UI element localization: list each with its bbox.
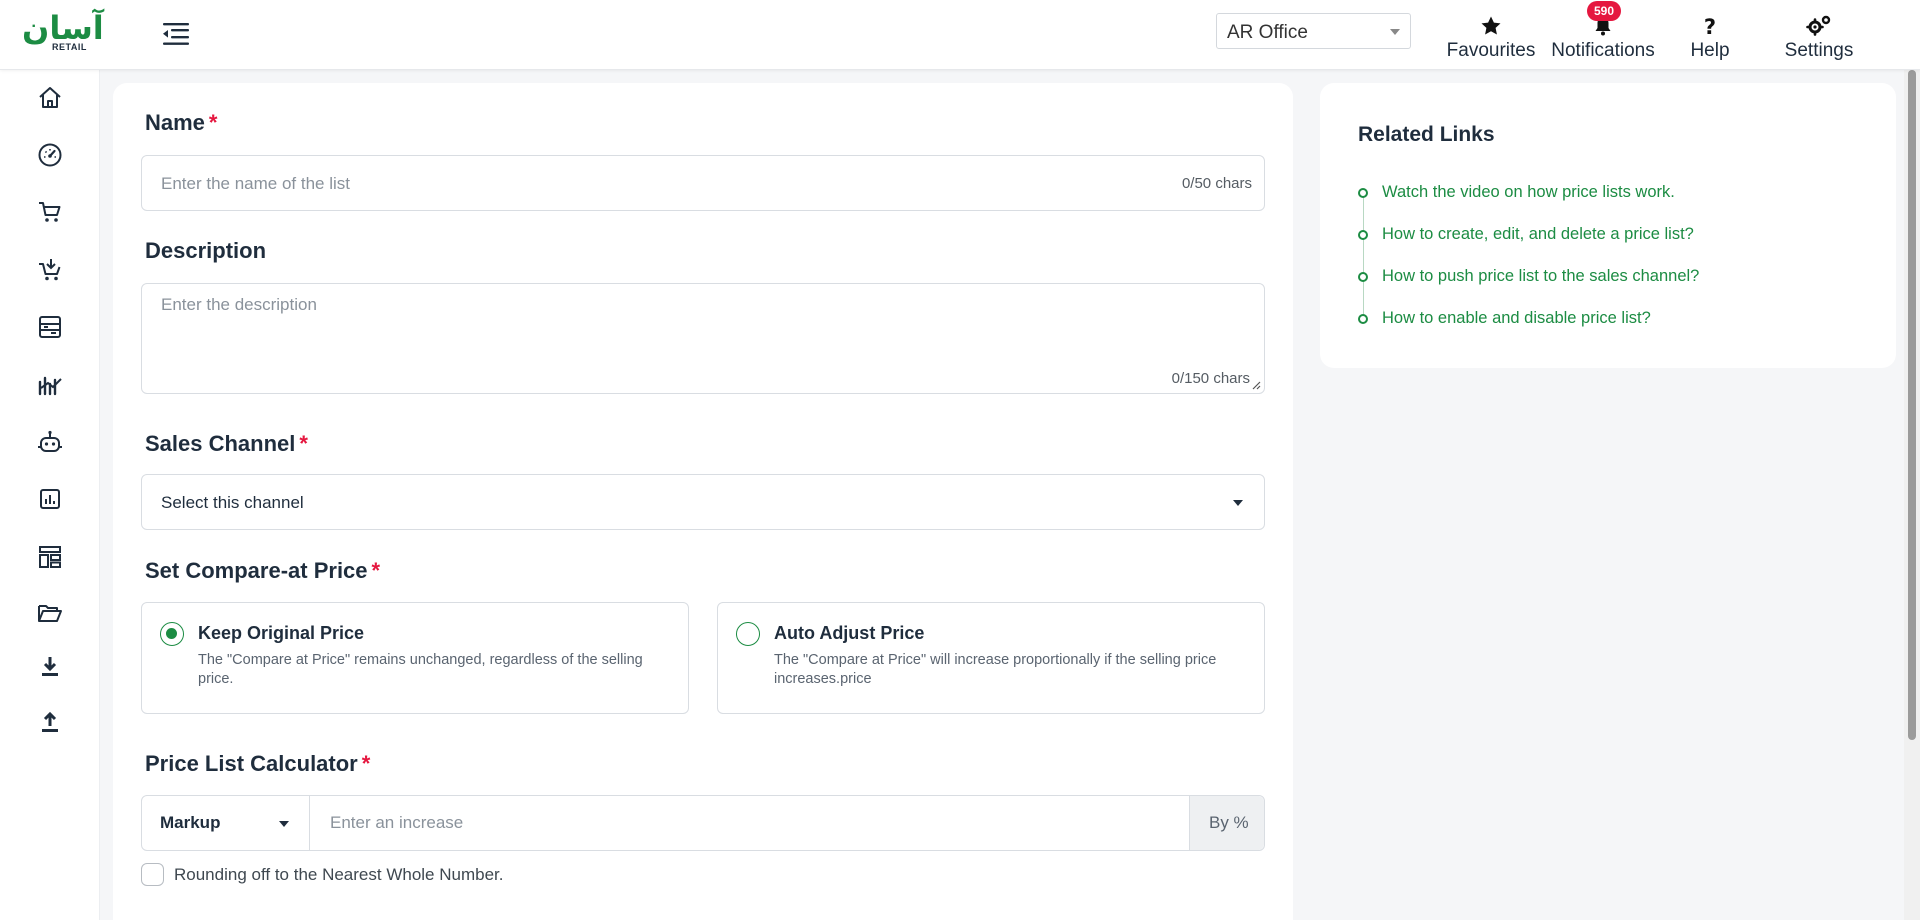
question-icon: ? (1704, 15, 1716, 38)
calculator-label-text: Price List Calculator (145, 751, 358, 776)
chevron-down-icon (1390, 29, 1400, 35)
star-icon (1481, 16, 1501, 35)
related-link-text: How to enable and disable price list? (1382, 309, 1651, 327)
settings-label: Settings (1784, 40, 1854, 61)
related-links-card: Related Links Watch the video on how pri… (1320, 83, 1896, 368)
page-scrollbar[interactable] (1904, 70, 1920, 920)
chevron-down-icon (279, 821, 289, 827)
help-button[interactable]: ? Help (1680, 14, 1740, 66)
sidebar (0, 70, 100, 920)
notifications-count-badge: 590 (1587, 1, 1622, 21)
link-bullet-icon (1358, 230, 1368, 240)
calculator-mode-select[interactable]: Markup (142, 796, 310, 850)
auto-adjust-price-description: The "Compare at Price" will increase pro… (774, 652, 1217, 687)
compare-at-price-label: Set Compare-at Price * (145, 558, 380, 584)
keep-original-price-description: The "Compare at Price" remains unchanged… (198, 652, 643, 687)
required-mark: * (299, 431, 308, 456)
required-mark: * (371, 558, 381, 583)
menu-toggle-icon[interactable] (160, 18, 192, 50)
percent-suffix-text: By % (1209, 813, 1249, 832)
svg-text:?: ? (1704, 15, 1716, 38)
sidebar-home-icon[interactable] (34, 82, 66, 114)
resize-grip-icon[interactable] (1252, 381, 1261, 390)
compare-at-price-label-text: Set Compare-at Price (145, 558, 368, 583)
office-select[interactable]: AR Office (1216, 13, 1411, 49)
sidebar-report-chart-icon[interactable] (34, 483, 66, 515)
help-label: Help (1690, 40, 1730, 61)
app-logo[interactable]: آسان RETAIL (22, 9, 104, 60)
link-bullet-icon (1358, 314, 1368, 324)
increase-input[interactable]: Enter an increase (310, 796, 1190, 850)
price-list-calculator-label: Price List Calculator * (145, 751, 370, 777)
rounding-label: Rounding off to the Nearest Whole Number… (174, 865, 504, 884)
percent-suffix: By % (1189, 796, 1264, 850)
sidebar-upload-icon[interactable] (34, 707, 66, 739)
sales-channel-select[interactable]: Select this channel (141, 474, 1265, 530)
keep-original-price-option[interactable]: Keep Original Price The "Compare at Pric… (141, 602, 689, 714)
favourites-button[interactable]: Favourites (1441, 14, 1541, 66)
description-label: Description (145, 238, 266, 264)
radio-selected[interactable] (160, 622, 184, 646)
chevron-down-icon (1233, 500, 1243, 506)
link-bullet-icon (1358, 272, 1368, 282)
price-list-form: Name * Enter the name of the list 0/50 ch… (113, 83, 1293, 920)
increase-placeholder: Enter an increase (330, 813, 464, 832)
name-label: Name * (145, 110, 217, 136)
related-link-text: How to create, edit, and delete a price … (1382, 225, 1694, 243)
keep-original-price-title: Keep Original Price (198, 623, 365, 643)
name-char-counter: 0/50 chars (1181, 175, 1252, 192)
link-bullet-icon (1358, 188, 1368, 198)
description-label-text: Description (145, 238, 267, 263)
settings-button[interactable]: Settings (1774, 14, 1864, 66)
scrollbar-thumb[interactable] (1908, 70, 1916, 740)
sales-channel-label: Sales Channel * (145, 431, 308, 457)
sidebar-sales-chart-icon[interactable] (34, 368, 66, 400)
sidebar-cart-add-icon[interactable] (34, 253, 66, 285)
rounding-checkbox[interactable] (141, 863, 164, 886)
top-bar: آسان RETAIL AR Office Favourites 590 Not… (0, 0, 1920, 70)
required-mark: * (208, 110, 218, 135)
price-calculator-row: Markup Enter an increase By % (141, 795, 1265, 851)
office-select-value: AR Office (1227, 22, 1308, 43)
notifications-button[interactable]: 590 Notifications (1543, 1, 1663, 66)
description-textarea[interactable]: Enter the description 0/150 chars (141, 283, 1265, 394)
description-char-counter: 0/150 chars (1171, 370, 1250, 387)
sidebar-download-icon[interactable] (34, 651, 66, 683)
sales-channel-label-text: Sales Channel (145, 431, 296, 456)
sidebar-inventory-icon[interactable] (34, 311, 66, 343)
related-link-text: Watch the video on how price lists work. (1382, 183, 1675, 201)
sidebar-cart-icon[interactable] (34, 196, 66, 228)
radio-unselected[interactable] (736, 622, 760, 646)
related-link-text: How to push price list to the sales chan… (1382, 267, 1700, 285)
sidebar-robot-icon[interactable] (34, 426, 66, 458)
auto-adjust-price-option[interactable]: Auto Adjust Price The "Compare at Price"… (717, 602, 1265, 714)
calculator-mode-value: Markup (160, 813, 221, 832)
notifications-label: Notifications (1551, 40, 1655, 61)
links-timeline (1363, 193, 1364, 323)
auto-adjust-price-title: Auto Adjust Price (774, 623, 925, 643)
logo-retail-text: RETAIL (52, 42, 87, 52)
sidebar-dashboard-icon[interactable] (34, 139, 66, 171)
description-placeholder: Enter the description (161, 295, 317, 314)
related-links-title: Related Links (1358, 123, 1495, 146)
name-label-text: Name (145, 110, 205, 135)
favourites-label: Favourites (1446, 40, 1536, 61)
name-input[interactable]: Enter the name of the list 0/50 chars (141, 155, 1265, 211)
sidebar-folder-open-icon[interactable] (34, 597, 66, 629)
gears-icon (1806, 15, 1831, 36)
sales-channel-value: Select this channel (161, 493, 304, 512)
required-mark: * (361, 751, 371, 776)
name-placeholder: Enter the name of the list (161, 174, 350, 193)
sidebar-layout-icon[interactable] (34, 541, 66, 573)
